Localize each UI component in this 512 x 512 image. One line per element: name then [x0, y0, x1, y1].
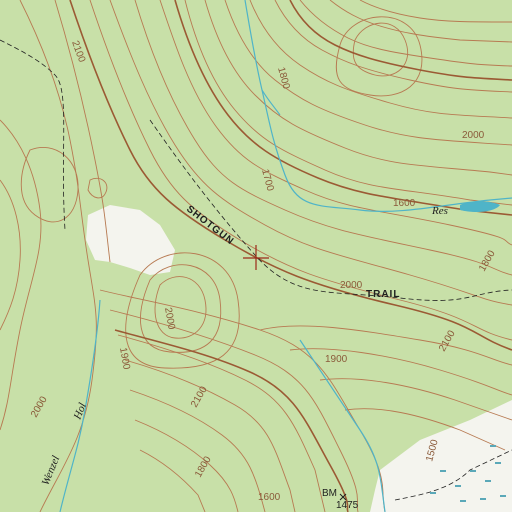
- trail-label: TRAIL: [366, 289, 400, 300]
- elev-label: 2000: [340, 280, 363, 291]
- benchmark-elevation: 1475: [336, 500, 359, 511]
- elev-label: 1600: [393, 198, 416, 209]
- topographic-map: 2100 1800 2000 1700 1600 2000 1800 2100 …: [0, 0, 512, 512]
- reservoir-label: Res: [431, 205, 448, 217]
- elev-label: 1600: [258, 492, 281, 503]
- elev-label: 1900: [325, 354, 348, 365]
- benchmark-label: BM: [322, 488, 337, 499]
- elev-label: 2000: [462, 130, 485, 141]
